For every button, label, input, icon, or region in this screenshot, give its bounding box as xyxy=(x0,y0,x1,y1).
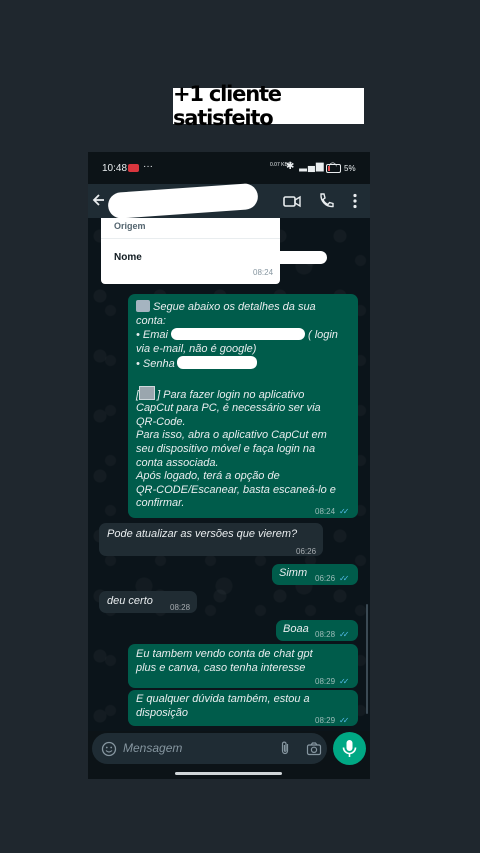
battery-icon xyxy=(326,164,341,173)
contact-name-redaction[interactable] xyxy=(107,182,259,220)
voice-call-icon[interactable] xyxy=(316,191,336,211)
more-vertical-icon[interactable] xyxy=(345,191,365,211)
attach-clip-icon[interactable] xyxy=(277,740,293,756)
outgoing-message[interactable]: Eu tambem vendo conta de chat gpt plus e… xyxy=(128,644,358,688)
message-text: Simm xyxy=(279,567,308,579)
message-line: ] Para fazer login no aplicativo xyxy=(157,388,305,401)
message-line: E qualquer dúvida também, estou a xyxy=(136,693,310,705)
form-divider xyxy=(101,238,280,239)
home-indicator[interactable] xyxy=(175,772,282,775)
chat-area: Origem Nome 08:24 Segue abaixo os detalh… xyxy=(88,218,370,731)
email-redaction xyxy=(170,328,305,341)
phone-screenshot: 10:48 ··· 0.07 KB/S ✱ ▂▄▆ ◠ 5% Origem No… xyxy=(88,152,370,779)
message-line: seu dispositivo móvel e faça login na xyxy=(136,442,316,455)
message-line: • Emai xyxy=(136,329,168,342)
outgoing-message[interactable]: Boaa 08:28 ✓✓ xyxy=(276,620,358,641)
message-time: 08:28 xyxy=(315,630,336,639)
microphone-button[interactable] xyxy=(333,732,366,765)
account-details-message[interactable]: Segue abaixo os detalhes da sua conta: •… xyxy=(128,294,358,518)
emoji-icon[interactable] xyxy=(101,741,117,757)
message-time: 08:29 xyxy=(315,716,336,725)
message-text: Boaa xyxy=(283,623,309,635)
form-preview-card: Origem Nome 08:24 xyxy=(101,218,327,284)
message-line: conta associada. xyxy=(136,456,219,469)
message-line: Segue abaixo os detalhes da sua xyxy=(153,301,316,313)
message-line: plus e canva, caso tenha interesse xyxy=(136,661,306,674)
message-input-bar[interactable]: Mensagem xyxy=(92,733,327,764)
message-line: QR-CODE/Escanear, basta escaneá-lo e xyxy=(136,483,336,496)
message-time: 08:29 xyxy=(315,677,336,686)
message-text: Pode atualizar as versões que vierem? xyxy=(107,528,298,540)
message-line: ( login xyxy=(307,329,338,342)
form-name-label: Nome xyxy=(114,252,142,263)
back-arrow-icon[interactable] xyxy=(92,190,108,210)
video-call-icon[interactable] xyxy=(282,191,302,211)
more-notifications: ··· xyxy=(143,161,153,172)
chat-header xyxy=(88,182,370,220)
microphone-icon xyxy=(342,740,357,757)
computer-icon xyxy=(139,385,156,400)
message-line: QR-Code. xyxy=(136,415,186,428)
status-bar: 10:48 ··· 0.07 KB/S ✱ ▂▄▆ ◠ 5% xyxy=(88,152,370,184)
message-time: 06:26 xyxy=(315,574,336,583)
status-time: 10:48 xyxy=(102,163,128,174)
message-line: confirmar. xyxy=(136,497,185,510)
form-origin-label: Origem xyxy=(114,221,146,231)
message-time: 08:24 xyxy=(315,507,336,516)
message-line xyxy=(136,372,338,386)
message-text: deu certo xyxy=(107,595,153,607)
message-line: CapCut para PC, é necessário ser via xyxy=(136,402,321,415)
message-line: Após logado, terá a opção de xyxy=(136,470,280,483)
message-input[interactable]: Mensagem xyxy=(123,741,182,755)
message-line: Eu tambem vendo conta de chat gpt xyxy=(136,648,313,660)
read-ticks-icon: ✓✓ xyxy=(339,716,350,725)
message-line: via e-mail, não é google) xyxy=(136,342,257,355)
camera-icon[interactable] xyxy=(306,741,322,757)
message-line: • Senha xyxy=(136,358,175,371)
notification-icon xyxy=(128,164,139,172)
incoming-message[interactable]: Pode atualizar as versões que vierem? 06… xyxy=(99,523,323,556)
message-time: 08:28 xyxy=(170,603,191,612)
read-ticks-icon: ✓✓ xyxy=(339,574,350,583)
message-line: Para isso, abra o aplicativo CapCut em xyxy=(136,429,327,442)
incoming-message[interactable]: deu certo 08:28 xyxy=(99,591,197,613)
envelope-icon xyxy=(136,300,150,312)
scrollbar[interactable] xyxy=(366,604,368,714)
read-ticks-icon: ✓✓ xyxy=(339,630,350,639)
promo-banner: +1 cliente satisfeito xyxy=(173,82,364,130)
name-redaction xyxy=(221,251,327,264)
battery-percent: 5% xyxy=(344,164,356,173)
outgoing-message[interactable]: Simm 06:26 ✓✓ xyxy=(272,564,358,585)
outgoing-message[interactable]: E qualquer dúvida também, estou a dispos… xyxy=(128,690,358,726)
password-redaction xyxy=(176,356,257,370)
read-ticks-icon: ✓✓ xyxy=(339,507,350,516)
message-time: 08:24 xyxy=(253,268,274,277)
message-line: disposição xyxy=(136,706,188,719)
message-time: 06:26 xyxy=(296,547,317,556)
message-line: conta: xyxy=(136,314,166,327)
read-ticks-icon: ✓✓ xyxy=(339,677,350,686)
